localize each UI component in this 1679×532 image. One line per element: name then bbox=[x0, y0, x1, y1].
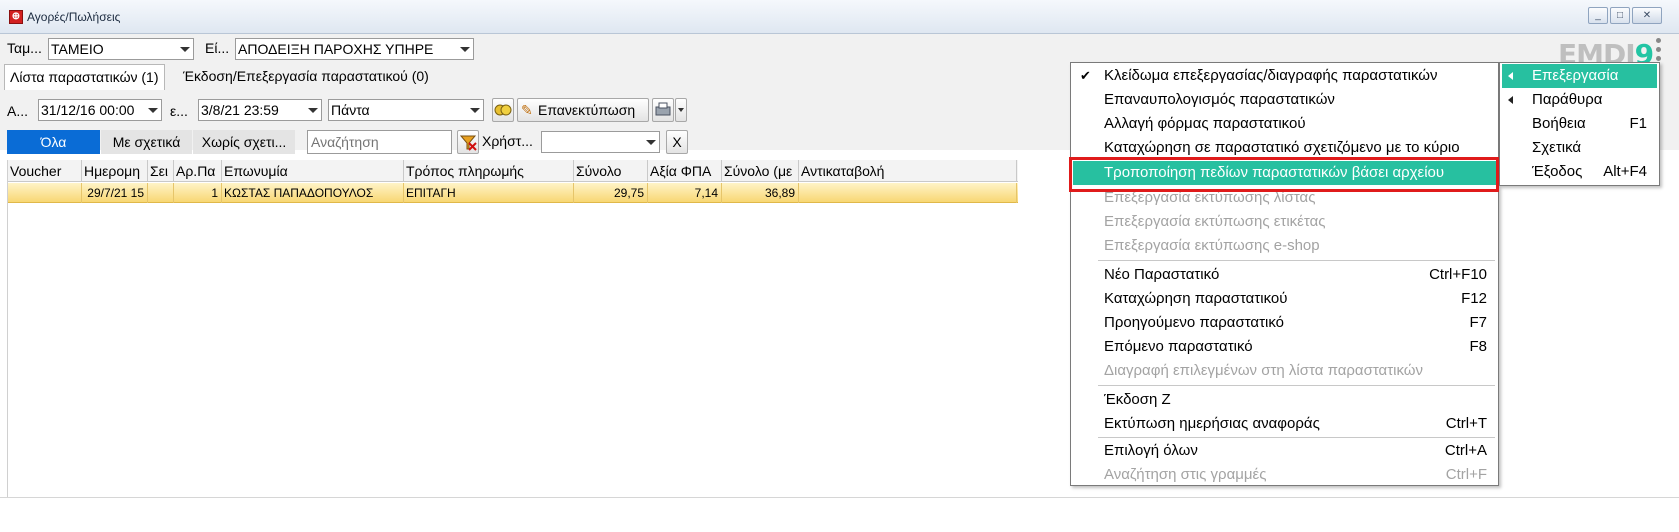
segment-without-related[interactable]: Χωρίς σχετι... bbox=[193, 130, 295, 154]
chevron-down-icon bbox=[470, 108, 480, 113]
cash-select-value: ΤΑΜΕΙΟ bbox=[51, 41, 104, 57]
menu-item-edit-label-print: Επεξεργασία εκτύπωσης ετικέτας bbox=[1104, 213, 1326, 230]
divider bbox=[0, 497, 1679, 498]
period-select[interactable]: Πάντα bbox=[328, 99, 484, 121]
from-date-value: 31/12/16 00:00 bbox=[41, 102, 135, 118]
tab-document-edit[interactable]: Έκδοση/Επεξεργασία παραστατικού (0) bbox=[178, 64, 434, 90]
menu-separator bbox=[1098, 385, 1495, 386]
column-header[interactable]: Αρ.Πα bbox=[174, 160, 222, 182]
to-label: ε... bbox=[170, 103, 188, 119]
cell-payment: ΕΠΙΤΑΓΗ bbox=[404, 183, 574, 203]
column-header[interactable]: Αξία ΦΠΑ bbox=[648, 160, 722, 182]
edit-context-menu: ✔ Κλείδωμα επεξεργασίας/διαγραφής παραστ… bbox=[1070, 62, 1499, 486]
type-label: Εί... bbox=[205, 40, 230, 56]
main-menu: Επεξεργασία Παράθυρα Βοήθεια F1 Σχετικά Έ… bbox=[1499, 62, 1660, 186]
documents-table: Voucher Ημερομη Σει Αρ.Πα Επωνυμία Τρόπο… bbox=[7, 160, 1018, 497]
app-icon: ⊕ bbox=[9, 10, 23, 24]
table-header: Voucher Ημερομη Σει Αρ.Πα Επωνυμία Τρόπο… bbox=[8, 160, 1018, 182]
column-header[interactable]: Αντικαταβολή bbox=[799, 160, 1017, 182]
chevron-down-icon bbox=[148, 108, 158, 113]
menu-item-print-daily-report[interactable]: Εκτύπωση ημερήσιας αναφοράς Ctrl+T bbox=[1072, 412, 1497, 436]
column-header[interactable]: Τρόπος πληρωμής bbox=[404, 160, 574, 182]
user-select[interactable] bbox=[541, 131, 660, 153]
printer-icon[interactable] bbox=[652, 98, 674, 122]
cell-total-vat: 36,89 bbox=[722, 183, 799, 203]
main-menu-item-edit[interactable]: Επεξεργασία bbox=[1502, 64, 1657, 88]
type-select[interactable]: ΑΠΟΔΕΙΞΗ ΠΑΡΟΧΗΣ ΥΠΗΡΕ bbox=[235, 38, 474, 60]
menu-separator bbox=[1098, 260, 1495, 261]
chevron-down-icon bbox=[678, 108, 684, 112]
maximize-button[interactable]: □ bbox=[1610, 7, 1630, 24]
window-title: Αγορές/Πωλήσεις bbox=[27, 10, 121, 24]
search-input[interactable] bbox=[307, 130, 452, 154]
cell-vat: 7,14 bbox=[648, 183, 722, 203]
menu-item-delete-selected: Διαγραφή επιλεγμένων στη λίστα παραστατι… bbox=[1104, 362, 1424, 379]
print-options-dropdown[interactable] bbox=[675, 98, 687, 122]
to-date-field[interactable]: 3/8/21 23:59 bbox=[198, 99, 322, 121]
user-label: Χρήστ... bbox=[482, 133, 533, 149]
reprint-label: Επανεκτύπωση bbox=[538, 102, 636, 118]
chevron-down-icon bbox=[646, 140, 656, 145]
main-menu-item-windows[interactable]: Παράθυρα bbox=[1502, 88, 1657, 112]
column-header[interactable]: Voucher bbox=[8, 160, 82, 182]
column-header[interactable]: Σει bbox=[148, 160, 174, 182]
menu-item-edit-eshop-print: Επεξεργασία εκτύπωσης e-shop bbox=[1104, 237, 1320, 254]
menu-item-previous-document[interactable]: Προηγούμενο παραστατικό F7 bbox=[1072, 311, 1497, 335]
cell-date: 29/7/21 15 bbox=[82, 183, 148, 203]
menu-item-save-document[interactable]: Καταχώρηση παραστατικού F12 bbox=[1072, 287, 1497, 311]
from-date-field[interactable]: 31/12/16 00:00 bbox=[38, 99, 162, 121]
close-button[interactable]: ✕ bbox=[1632, 7, 1662, 24]
period-select-value: Πάντα bbox=[331, 102, 370, 118]
check-icon: ✔ bbox=[1080, 68, 1091, 83]
more-options-icon[interactable] bbox=[1656, 38, 1662, 65]
chevron-down-icon bbox=[308, 108, 318, 113]
menu-item-issue-z[interactable]: Έκδοση Ζ bbox=[1072, 388, 1497, 412]
column-header[interactable]: Επωνυμία bbox=[222, 160, 404, 182]
filter-clear-icon[interactable] bbox=[457, 130, 479, 154]
to-date-value: 3/8/21 23:59 bbox=[201, 102, 279, 118]
cell-name: ΚΩΣΤΑΣ ΠΑΠΑΔΟΠΟΥΛΟΣ bbox=[222, 183, 404, 203]
chevron-left-icon bbox=[1508, 96, 1513, 104]
table-row[interactable]: 29/7/21 15 1 ΚΩΣΤΑΣ ΠΑΠΑΔΟΠΟΥΛΟΣ ΕΠΙΤΑΓΗ… bbox=[8, 183, 1018, 203]
title-bar: ⊕ Αγορές/Πωλήσεις _ □ ✕ bbox=[0, 0, 1679, 34]
menu-item-new-document[interactable]: Νέο Παραστατικό Ctrl+F10 bbox=[1072, 263, 1497, 287]
reprint-button[interactable]: ✎ Επανεκτύπωση bbox=[517, 98, 649, 122]
chevron-down-icon bbox=[180, 47, 190, 52]
segment-with-related[interactable]: Με σχετικά bbox=[101, 130, 192, 154]
refresh-icon[interactable] bbox=[492, 98, 514, 122]
cell-total: 29,75 bbox=[574, 183, 648, 203]
menu-item-lock-editing[interactable]: ✔ Κλείδωμα επεξεργασίας/διαγραφής παραστ… bbox=[1072, 64, 1497, 88]
window-controls: _ □ ✕ bbox=[1586, 7, 1662, 24]
cell-cod bbox=[799, 183, 1017, 203]
segment-all[interactable]: Όλα bbox=[7, 130, 100, 154]
menu-item-change-form[interactable]: Αλλαγή φόρμας παραστατικού bbox=[1072, 112, 1497, 136]
type-select-value: ΑΠΟΔΕΙΞΗ ΠΑΡΟΧΗΣ ΥΠΗΡΕ bbox=[238, 41, 434, 57]
cell-number: 1 bbox=[174, 183, 222, 203]
main-menu-item-exit[interactable]: Έξοδος Alt+F4 bbox=[1502, 160, 1657, 184]
menu-item-search-lines: Αναζήτηση στις γραμμές Ctrl+F bbox=[1104, 466, 1487, 483]
menu-item-recalculate[interactable]: Επαναυπολογισμός παραστατικών bbox=[1072, 88, 1497, 112]
menu-item-select-all[interactable]: Επιλογή όλων Ctrl+A bbox=[1072, 439, 1497, 463]
cell-voucher bbox=[8, 183, 82, 203]
main-menu-item-about[interactable]: Σχετικά bbox=[1502, 136, 1657, 160]
menu-item-next-document[interactable]: Επόμενο παραστατικό F8 bbox=[1072, 335, 1497, 359]
chevron-down-icon bbox=[460, 47, 470, 52]
tab-document-list[interactable]: Λίστα παραστατικών (1) bbox=[4, 64, 165, 90]
column-header[interactable]: Σύνολο bbox=[574, 160, 648, 182]
column-header[interactable]: Σύνολο (με bbox=[722, 160, 799, 182]
cash-select[interactable]: ΤΑΜΕΙΟ bbox=[48, 38, 194, 60]
cell-series bbox=[148, 183, 174, 203]
highlight-box bbox=[1069, 157, 1499, 192]
column-header[interactable]: Ημερομη bbox=[82, 160, 148, 182]
minimize-button[interactable]: _ bbox=[1588, 7, 1608, 24]
cash-label: Ταμ... bbox=[7, 40, 42, 56]
clear-user-button[interactable]: X bbox=[666, 130, 688, 154]
menu-separator bbox=[1098, 437, 1495, 438]
wand-icon: ✎ bbox=[521, 102, 533, 118]
main-menu-item-help[interactable]: Βοήθεια F1 bbox=[1502, 112, 1657, 136]
from-label: Α... bbox=[7, 103, 29, 119]
chevron-left-icon bbox=[1508, 72, 1513, 80]
